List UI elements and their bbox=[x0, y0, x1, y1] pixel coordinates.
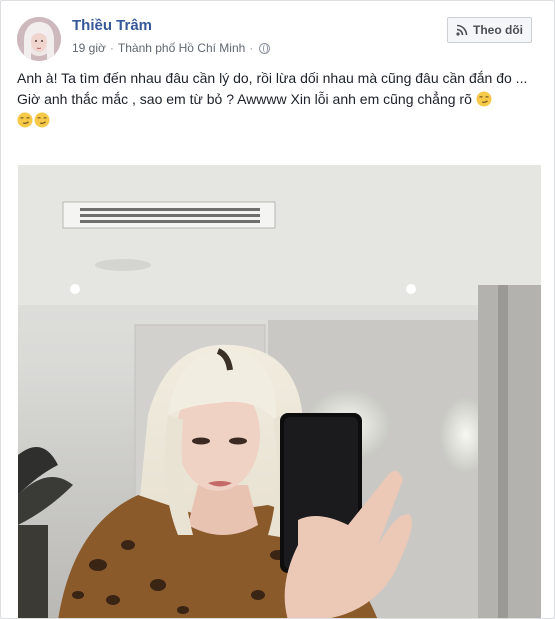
post-text-line: Anh à! Ta tìm đến nhau đâu cần lý do, rồ… bbox=[17, 70, 528, 86]
author-name[interactable]: Thiều Trâm bbox=[72, 17, 152, 34]
post-location[interactable]: Thành phố Hồ Chí Minh bbox=[118, 41, 245, 55]
post-text-content: Giờ anh thắc mắc , sao em từ bỏ ? Awwww … bbox=[17, 91, 472, 107]
post-meta: 19 giờ · Thành phố Hồ Chí Minh · bbox=[72, 41, 271, 55]
meta-separator: · bbox=[249, 41, 254, 55]
smirk-emoji-icon bbox=[17, 112, 33, 128]
globe-icon[interactable] bbox=[259, 42, 271, 54]
follow-label: Theo dõi bbox=[473, 23, 523, 37]
meta-separator: · bbox=[109, 41, 114, 55]
post-text-line: Giờ anh thắc mắc , sao em từ bỏ ? Awwww … bbox=[17, 89, 545, 131]
smirk-emoji-icon bbox=[476, 91, 492, 107]
follow-button[interactable]: Theo dõi bbox=[447, 17, 532, 43]
post-photo[interactable] bbox=[18, 165, 541, 618]
author-avatar[interactable] bbox=[17, 17, 61, 61]
rss-icon bbox=[456, 24, 468, 36]
post-text: Anh à! Ta tìm đến nhau đâu cần lý do, rồ… bbox=[17, 68, 545, 131]
smirk-emoji-icon bbox=[34, 112, 50, 128]
post-card: Thiều Trâm 19 giờ · Thành phố Hồ Chí Min… bbox=[0, 0, 555, 619]
post-time[interactable]: 19 giờ bbox=[72, 41, 106, 55]
